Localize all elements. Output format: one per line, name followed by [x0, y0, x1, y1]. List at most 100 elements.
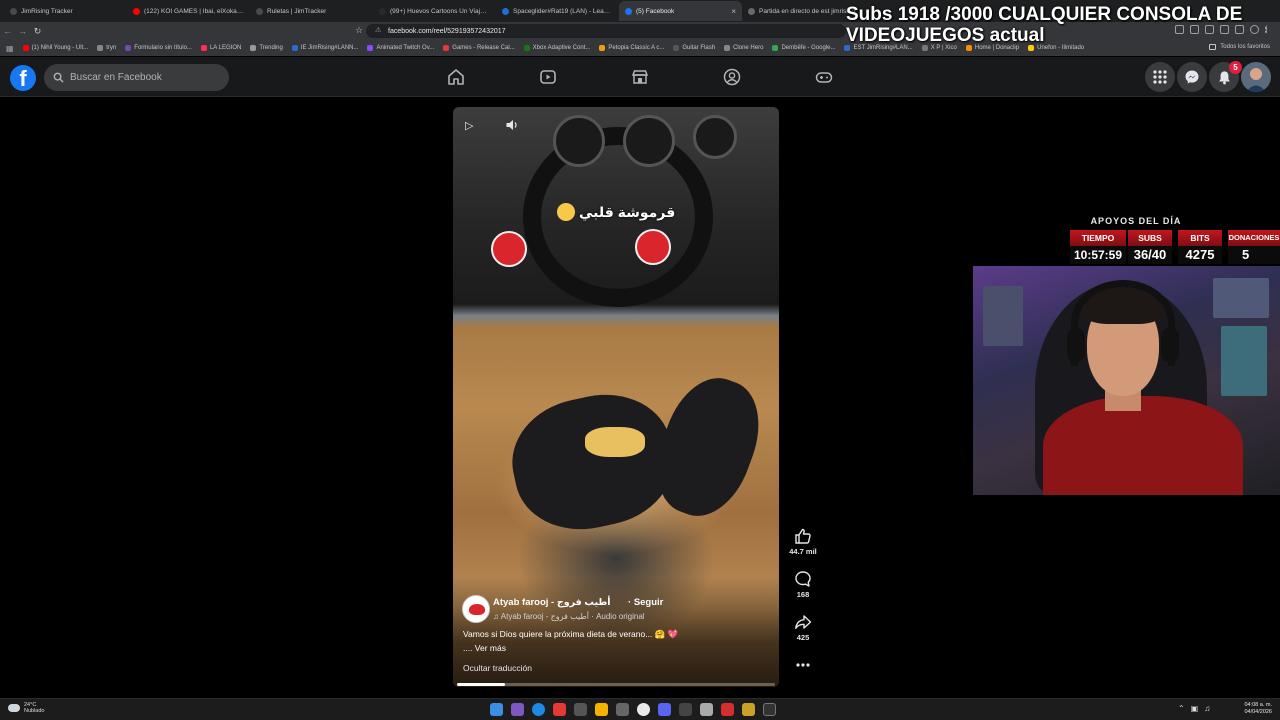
back-icon[interactable]: ←: [0, 26, 15, 36]
obs-icon[interactable]: [637, 703, 650, 716]
bookmark-item[interactable]: IE JimRising#LANN...: [291, 45, 358, 51]
video-progress-fill: [457, 683, 505, 686]
hide-translation-link[interactable]: Ocultar traducción: [463, 663, 532, 673]
video-icon[interactable]: [538, 67, 558, 87]
stat-value: 5: [1228, 246, 1280, 264]
bookmark-favicon-icon: [367, 45, 374, 51]
dashboard-gauge: [693, 115, 737, 159]
brave-icon[interactable]: [553, 703, 566, 716]
weather-widget[interactable]: 24°C Nublado: [8, 702, 45, 714]
browser-tab[interactable]: (5) Facebook ×: [619, 1, 742, 21]
bookmark-item[interactable]: Animated Twitch Ov...: [367, 45, 434, 51]
pleading-face-icon: [557, 203, 575, 221]
see-more-link[interactable]: .... Ver más: [463, 643, 506, 653]
account-avatar[interactable]: [1241, 62, 1271, 92]
shelf: [983, 286, 1023, 346]
discord-icon[interactable]: [658, 703, 671, 716]
bookmark-item[interactable]: Petopia Classic A c...: [599, 45, 664, 51]
file-explorer-icon[interactable]: [595, 703, 608, 716]
streamer-shirt: [1043, 396, 1243, 495]
bookmark-favicon-icon: [291, 45, 298, 51]
weather-condition: Nublado: [24, 708, 45, 714]
bookmark-item[interactable]: (1) Nihil Young - Ult...: [22, 45, 88, 51]
bookmark-item[interactable]: Formulario sin título...: [125, 45, 192, 51]
tab-label: (5) Facebook: [636, 7, 675, 15]
chevron-up-icon[interactable]: ⌃: [1178, 704, 1185, 713]
app-icon[interactable]: [763, 703, 776, 716]
volume-icon[interactable]: [505, 118, 519, 132]
browser-tab[interactable]: Ruletas | JimTracker: [250, 1, 373, 21]
marketplace-icon[interactable]: [630, 67, 650, 87]
bookmark-item[interactable]: LA LEGION: [200, 45, 241, 51]
stat-value: 4275: [1178, 246, 1222, 264]
messenger-icon: [1185, 70, 1199, 84]
speaker-icon[interactable]: ♫: [1204, 704, 1210, 713]
search-icon: [53, 72, 64, 83]
address-bar[interactable]: ⚠ facebook.com/reel/529193572432017: [366, 24, 846, 38]
bookmark-label: Guitar Flash: [682, 45, 716, 51]
browser-tab[interactable]: JimRising Tracker: [4, 1, 127, 21]
settings-icon[interactable]: [700, 703, 713, 716]
app-icon[interactable]: [616, 703, 629, 716]
windows-start-icon[interactable]: [490, 703, 503, 716]
bookmark-item[interactable]: Trending: [250, 45, 283, 51]
video-progress-bar[interactable]: [457, 683, 775, 686]
browser-tab[interactable]: (99+) Huevos Cartoons Un Viaje de R: [373, 1, 496, 21]
play-icon[interactable]: ▷: [465, 119, 473, 132]
app-icon[interactable]: [679, 703, 692, 716]
bookmark-favicon-icon: [523, 45, 530, 51]
app-icon[interactable]: [721, 703, 734, 716]
tab-favicon-icon: [256, 7, 263, 15]
shelf: [1221, 326, 1267, 396]
close-tab-icon[interactable]: ×: [731, 7, 736, 16]
apps-icon[interactable]: ▦: [6, 44, 14, 53]
gaming-icon[interactable]: [814, 67, 834, 87]
network-icon[interactable]: ▣: [1191, 704, 1199, 713]
app-icon[interactable]: [511, 703, 524, 716]
streamer-webcam: [973, 266, 1280, 495]
messenger-button[interactable]: [1177, 62, 1207, 92]
bookmark-item[interactable]: Guitar Flash: [673, 45, 715, 51]
app-icon[interactable]: [742, 703, 755, 716]
bookmark-label: Clone Hero: [733, 45, 764, 51]
system-clock[interactable]: 04:08 a. m. 04/04/2026: [1236, 702, 1272, 716]
stat-label: DONACIONES: [1228, 230, 1280, 246]
site-info-icon[interactable]: ⚠: [375, 26, 381, 34]
bookmark-item[interactable]: Xbox Adaptive Cont...: [523, 45, 590, 51]
share-button[interactable]: 425: [786, 613, 820, 642]
app-icon[interactable]: [574, 703, 587, 716]
author-avatar[interactable]: [462, 595, 490, 623]
tab-label: Ruletas | JimTracker: [267, 7, 327, 15]
audio-info[interactable]: ♫ Atyab farooj - أطيب فروج · Audio origi…: [493, 612, 645, 621]
reel-video-player[interactable]: ▷ قرموشة قلبي Atyab farooj - أطيب فروج ·…: [453, 107, 779, 687]
bookmark-label: Formulario sin título...: [134, 45, 192, 51]
video-caption: قرموشة قلبي: [557, 203, 675, 221]
forward-icon[interactable]: →: [15, 26, 30, 36]
author-name[interactable]: Atyab farooj - أطيب فروج: [493, 597, 611, 608]
clock-date: 04/04/2026: [1244, 709, 1272, 715]
tab-favicon-icon: [10, 7, 17, 15]
edge-icon[interactable]: [532, 703, 545, 716]
follow-button[interactable]: · Seguir: [628, 597, 663, 608]
groups-icon[interactable]: [722, 67, 742, 87]
audio-label: Atyab farooj - أطيب فروج · Audio origina…: [500, 612, 645, 621]
search-input[interactable]: Buscar en Facebook: [44, 64, 229, 91]
bookmark-item[interactable]: Dembëfe - Google...: [772, 45, 835, 51]
share-icon: [795, 615, 812, 629]
bookmark-star-icon[interactable]: ☆: [355, 25, 363, 36]
bookmark-favicon-icon: [443, 45, 450, 51]
menu-button[interactable]: [1145, 62, 1175, 92]
facebook-logo[interactable]: f: [10, 65, 36, 91]
bookmark-item[interactable]: Clone Hero: [724, 45, 763, 51]
bookmark-item[interactable]: Games - Release Cal...: [443, 45, 515, 51]
like-button[interactable]: 44.7 mil: [786, 527, 820, 556]
more-options-button[interactable]: [786, 658, 820, 672]
bookmark-item[interactable]: tryn: [97, 45, 116, 51]
comment-button[interactable]: 168: [786, 570, 820, 599]
music-note-icon: ♫: [493, 612, 501, 621]
reload-icon[interactable]: ↻: [30, 26, 45, 37]
home-icon[interactable]: [446, 67, 466, 87]
browser-tab[interactable]: Spaceglider#Rat19 (LAN) - LeagueOf: [496, 1, 619, 21]
bookmark-label: Petopia Classic A c...: [608, 45, 665, 51]
browser-tab[interactable]: (122) KOI GAMES | Ibai, elXokas y Th: [127, 1, 250, 21]
